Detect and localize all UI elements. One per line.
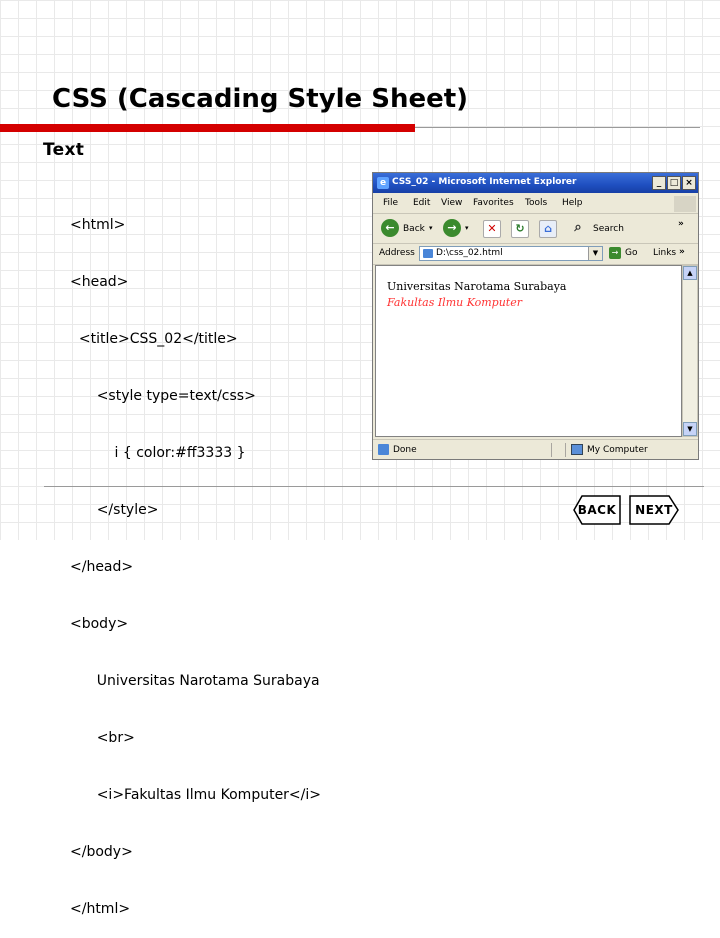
menu-help[interactable]: Help [562, 198, 583, 208]
page-done-icon [378, 444, 389, 455]
forward-dropdown-icon[interactable]: ▾ [465, 224, 469, 232]
go-button[interactable]: Go [625, 248, 637, 258]
zone-text: My Computer [587, 445, 648, 455]
code-line: <title>CSS_02</title> [70, 331, 238, 347]
forward-arrow-icon[interactable]: → [443, 219, 461, 237]
maximize-icon[interactable]: □ [667, 176, 681, 190]
status-text: Done [393, 445, 417, 455]
menu-edit[interactable]: Edit [413, 198, 430, 208]
code-line: </head> [70, 559, 134, 575]
browser-title-bar[interactable]: e CSS_02 - Microsoft Internet Explorer _… [373, 173, 698, 193]
content-line-faculty: Fakultas Ilmu Komputer [387, 296, 522, 309]
search-icon[interactable]: ⌕ [569, 219, 587, 237]
title-accent-bar [0, 124, 415, 132]
back-arrow-icon[interactable]: ← [381, 219, 399, 237]
links-overflow-icon[interactable]: » [679, 247, 685, 257]
bullet-heading: Text [43, 140, 85, 160]
code-line: Universitas Narotama Surabaya [70, 673, 320, 689]
address-value: D:\css_02.html [436, 248, 503, 258]
scroll-down-icon[interactable]: ▼ [683, 422, 697, 436]
code-line: <style type=text/css> [70, 388, 256, 404]
code-line: <head> [70, 274, 129, 290]
code-line: <br> [70, 730, 135, 746]
next-button-label: NEXT [635, 503, 673, 517]
page-icon [423, 249, 433, 258]
ie-logo-icon: e [377, 177, 389, 189]
code-line: <i>Fakultas Ilmu Komputer</i> [70, 787, 322, 803]
code-block: <html> <head> <title>CSS_02</title> <sty… [70, 178, 321, 938]
menu-file[interactable]: File [383, 198, 398, 208]
status-divider [551, 443, 552, 457]
vertical-scrollbar[interactable]: ▲ ▼ [682, 265, 698, 437]
code-line: <html> [70, 217, 126, 233]
footer-divider [44, 486, 704, 487]
minimize-icon[interactable]: _ [652, 176, 666, 190]
scroll-up-icon[interactable]: ▲ [683, 266, 697, 280]
address-bar: Address D:\css_02.html ▼ → Go Links » [373, 244, 698, 265]
menu-tools[interactable]: Tools [525, 198, 547, 208]
windows-flag-icon [674, 196, 696, 212]
status-bar: Done My Computer [373, 439, 698, 460]
toolbar: ← Back ▾ → ▾ ✕ ↻ ⌂ ⌕ Search » [373, 215, 698, 244]
browser-window: e CSS_02 - Microsoft Internet Explorer _… [372, 172, 699, 460]
back-button-label: BACK [577, 503, 617, 517]
menu-bar: File Edit View Favorites Tools Help [373, 195, 698, 214]
slide-title: CSS (Cascading Style Sheet) [52, 84, 469, 114]
back-button-label[interactable]: Back [403, 224, 425, 234]
address-input[interactable]: D:\css_02.html ▼ [419, 246, 603, 261]
go-arrow-icon[interactable]: → [609, 247, 621, 259]
home-icon[interactable]: ⌂ [539, 220, 557, 238]
stop-icon[interactable]: ✕ [483, 220, 501, 238]
code-line: </body> [70, 844, 133, 860]
code-line: </html> [70, 901, 131, 917]
links-label[interactable]: Links [653, 248, 676, 258]
close-icon[interactable]: × [682, 176, 696, 190]
address-dropdown-icon[interactable]: ▼ [588, 247, 602, 260]
code-line: <body> [70, 616, 129, 632]
content-line-university: Universitas Narotama Surabaya [387, 280, 567, 293]
refresh-icon[interactable]: ↻ [511, 220, 529, 238]
menu-view[interactable]: View [441, 198, 462, 208]
address-label: Address [379, 248, 415, 258]
page-content: Universitas Narotama Surabaya Fakultas I… [375, 265, 682, 437]
menu-favorites[interactable]: Favorites [473, 198, 514, 208]
search-button-label[interactable]: Search [593, 224, 624, 234]
toolbar-overflow-icon[interactable]: » [678, 219, 684, 229]
my-computer-icon [571, 444, 583, 455]
next-button[interactable]: NEXT [629, 495, 679, 525]
status-divider [565, 443, 566, 457]
code-line: </style> [70, 502, 159, 518]
browser-window-title: CSS_02 - Microsoft Internet Explorer [392, 177, 577, 187]
back-button[interactable]: BACK [573, 495, 621, 525]
code-line: i { color:#ff3333 } [70, 445, 246, 461]
back-dropdown-icon[interactable]: ▾ [429, 224, 433, 232]
